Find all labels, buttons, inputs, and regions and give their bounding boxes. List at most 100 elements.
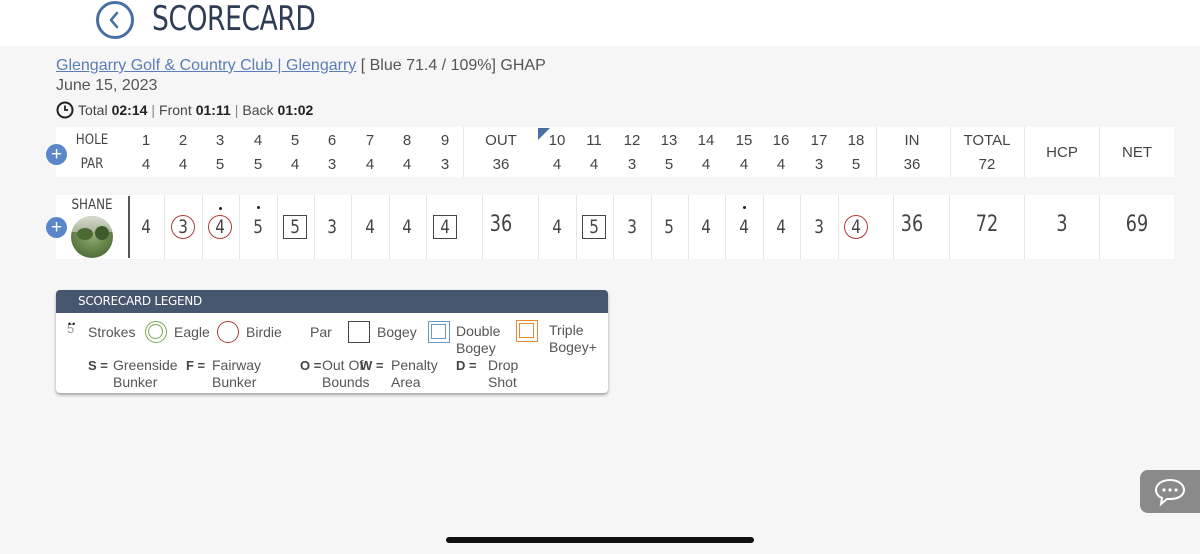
score-cell[interactable]: 36 — [477, 212, 525, 237]
column-divider — [538, 195, 539, 259]
score-cell[interactable]: 3 — [1038, 212, 1086, 237]
column-divider — [1099, 127, 1100, 177]
hole-number-cell: 4 — [253, 132, 263, 149]
score-cell[interactable]: 3 — [171, 215, 195, 239]
double-bogey-icon — [428, 321, 450, 343]
legend-code-text: Greenside Bunker — [113, 357, 178, 390]
column-divider — [1099, 195, 1100, 259]
stroke-dot — [218, 207, 222, 210]
front-time: 01:11 — [195, 102, 231, 118]
score-cell[interactable]: 5 — [657, 215, 681, 239]
score-cell[interactable]: 3 — [620, 215, 644, 239]
score-cell[interactable]: 5 — [246, 206, 270, 239]
clock-icon — [56, 101, 74, 119]
back-button[interactable] — [96, 1, 134, 39]
score-cell[interactable]: 4 — [769, 215, 793, 239]
column-divider — [838, 195, 839, 259]
hole-number-cell: 16 — [772, 132, 790, 149]
column-divider — [1024, 195, 1025, 259]
par-cell: 5 — [215, 156, 225, 173]
score-cell[interactable]: 4 — [844, 215, 868, 239]
score-cell[interactable]: 5 — [582, 215, 606, 239]
par-cell: 5 — [664, 156, 674, 173]
stroke-dot — [256, 206, 260, 209]
par-cell: 5 — [253, 156, 263, 173]
par-cell: 4 — [552, 156, 562, 173]
score-cell[interactable]: 4 — [358, 215, 382, 239]
legend-code-key: D = — [456, 358, 477, 373]
total-time-label: Total — [78, 102, 108, 118]
hole-number-cell: 17 — [810, 132, 828, 149]
round-times: Total 02:14 | Front 01:11 | Back 01:02 — [56, 101, 313, 119]
chat-button[interactable] — [1140, 470, 1200, 513]
legend-par: Par — [310, 324, 332, 340]
legend-code-text: Penalty Area — [391, 357, 438, 390]
hole-number-cell: 13 — [660, 132, 678, 149]
legend-title: SCORECARD LEGEND — [56, 290, 608, 313]
eagle-icon — [145, 321, 167, 343]
birdie-icon — [217, 321, 239, 343]
legend-double-bogey: Double Bogey — [456, 323, 501, 356]
hole-number-cell: 7 — [365, 132, 375, 149]
score-cell[interactable]: 69 — [1113, 212, 1161, 237]
score-cell[interactable]: 3 — [807, 215, 831, 239]
hole-number-cell: 8 — [402, 132, 412, 149]
header: SCORECARD — [0, 0, 1200, 46]
par-cell: 4 — [141, 156, 151, 173]
round-date: June 15, 2023 — [56, 77, 158, 94]
hole-number-cell: TOTAL — [963, 132, 1011, 149]
score-cell[interactable]: 4 — [732, 206, 756, 239]
par-cell: 4 — [701, 156, 711, 173]
avatar[interactable] — [71, 216, 113, 258]
score-cell[interactable]: 4 — [694, 215, 718, 239]
legend-triple-bogey: Triple Bogey+ — [549, 322, 597, 355]
score-cell[interactable]: 4 — [433, 215, 457, 239]
legend-code-text: Fairway Bunker — [212, 357, 262, 390]
page-title: SCORECARD — [152, 0, 316, 39]
score-cell[interactable]: 4 — [545, 215, 569, 239]
home-indicator[interactable] — [446, 537, 754, 543]
hole-number-cell: 10 — [548, 132, 566, 149]
total-time: 02:14 — [111, 102, 148, 118]
par-cell: 5 — [851, 156, 861, 173]
score-cell[interactable]: 4 — [208, 207, 232, 239]
score-cell[interactable]: 72 — [963, 212, 1011, 237]
par-cell: 4 — [178, 156, 188, 173]
column-divider — [876, 127, 877, 177]
par-cell: 72 — [978, 156, 996, 173]
add-player-button[interactable]: + — [46, 217, 67, 238]
column-divider — [613, 195, 614, 259]
score-cell[interactable]: 4 — [395, 215, 419, 239]
column-divider — [950, 127, 951, 177]
column-divider — [463, 127, 464, 177]
scorecard-legend: SCORECARD LEGEND •• 5 Strokes Eagle Bird… — [56, 290, 608, 393]
add-hole-row-button[interactable]: + — [46, 144, 67, 165]
hole-number-cell: 1 — [141, 132, 151, 149]
avatar-tree — [95, 226, 109, 240]
strokes-sample: •• 5 — [67, 319, 77, 336]
par-cell: 4 — [589, 156, 599, 173]
par-cell: 4 — [365, 156, 375, 173]
back-time: 01:02 — [277, 102, 314, 118]
score-cell[interactable]: 3 — [320, 215, 344, 239]
column-divider — [763, 195, 764, 259]
par-cell: 3 — [327, 156, 337, 173]
score-cell[interactable]: 4 — [134, 215, 158, 239]
triple-bogey-icon — [516, 320, 538, 342]
column-divider — [164, 195, 165, 259]
hole-number-cell: OUT — [485, 132, 517, 149]
legend-code-key: S = — [88, 358, 108, 373]
course-link[interactable]: Glengarry Golf & Country Club | Glengarr… — [56, 57, 356, 74]
par-cell: 4 — [290, 156, 300, 173]
hole-number-cell: 15 — [735, 132, 753, 149]
column-divider — [949, 195, 950, 259]
hole-number-cell: 3 — [215, 132, 225, 149]
hole-number-cell: 9 — [440, 132, 450, 149]
back-time-label: Back — [242, 102, 274, 118]
score-cell[interactable]: 5 — [283, 215, 307, 239]
score-cell[interactable]: 36 — [888, 212, 936, 237]
legend-bogey: Bogey — [377, 324, 417, 340]
par-label: PAR — [80, 156, 104, 172]
player-name: SHANE — [71, 197, 113, 213]
bogey-icon — [348, 321, 370, 343]
